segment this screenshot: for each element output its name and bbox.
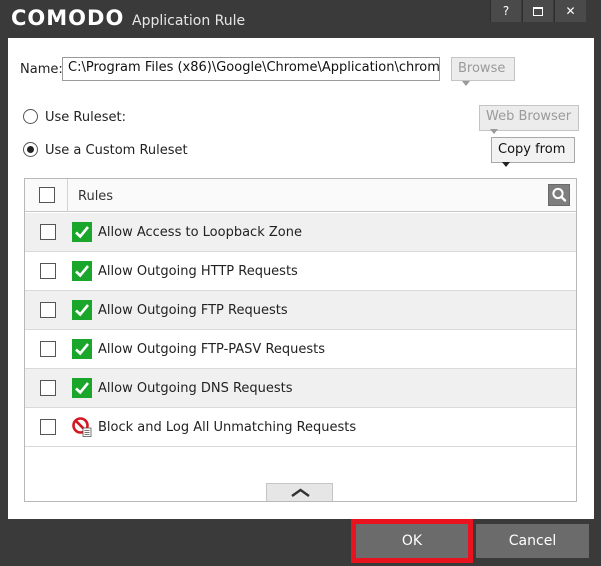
rule-label: Block and Log All Unmatching Requests — [98, 420, 357, 435]
title-bar: COMODO Application Rule ? ✕ — [0, 0, 601, 38]
rules-table: Rules Allow Access to Loopback Zone Allo… — [24, 178, 577, 502]
rule-row[interactable]: Allow Outgoing FTP-PASV Requests — [25, 330, 576, 369]
window-title: Application Rule — [132, 13, 246, 29]
rule-checkbox[interactable] — [40, 380, 56, 396]
maximize-icon — [533, 7, 543, 16]
cancel-button[interactable]: Cancel — [476, 524, 589, 558]
ok-button[interactable]: OK — [351, 519, 473, 563]
rule-row[interactable]: Allow Outgoing FTP Requests — [25, 291, 576, 330]
use-ruleset-radio[interactable] — [23, 109, 38, 124]
use-custom-ruleset-label: Use a Custom Ruleset — [45, 143, 188, 158]
browse-button[interactable]: Browse — [451, 57, 515, 86]
green-check-icon — [72, 222, 92, 242]
select-all-checkbox[interactable] — [39, 187, 55, 203]
rule-label: Allow Outgoing FTP-PASV Requests — [98, 342, 326, 357]
search-button[interactable] — [548, 184, 570, 206]
chevron-up-icon — [291, 488, 310, 497]
rule-label: Allow Outgoing DNS Requests — [98, 381, 293, 396]
collapse-button[interactable] — [266, 483, 333, 501]
green-check-icon — [72, 339, 92, 359]
rule-checkbox[interactable] — [40, 263, 56, 279]
help-button[interactable]: ? — [490, 0, 521, 22]
chevron-down-icon — [462, 81, 470, 86]
use-custom-ruleset-radio[interactable] — [23, 142, 38, 157]
rules-column-header: Rules — [78, 189, 114, 204]
block-log-icon — [72, 417, 92, 437]
green-check-icon — [72, 378, 92, 398]
green-check-icon — [72, 300, 92, 320]
close-button[interactable]: ✕ — [554, 0, 586, 22]
rule-row[interactable]: Allow Access to Loopback Zone — [25, 213, 576, 252]
dialog-panel: Name: C:\Program Files (x86)\Google\Chro… — [8, 38, 594, 519]
search-icon — [552, 187, 567, 202]
rule-label: Allow Access to Loopback Zone — [98, 225, 302, 240]
name-label: Name: — [20, 62, 63, 77]
rule-checkbox[interactable] — [40, 341, 56, 357]
rule-checkbox[interactable] — [40, 419, 56, 435]
rule-checkbox[interactable] — [40, 224, 56, 240]
maximize-button[interactable] — [522, 0, 553, 22]
rule-label: Allow Outgoing FTP Requests — [98, 303, 288, 318]
rule-label: Allow Outgoing HTTP Requests — [98, 264, 298, 279]
use-ruleset-label: Use Ruleset: — [45, 110, 126, 125]
rule-row[interactable]: Block and Log All Unmatching Requests — [25, 408, 576, 447]
ruleset-dropdown[interactable]: Web Browser — [479, 105, 579, 134]
rule-row[interactable]: Allow Outgoing HTTP Requests — [25, 252, 576, 291]
comodo-logo: COMODO — [11, 6, 125, 30]
chevron-down-icon — [490, 129, 498, 134]
name-input[interactable]: C:\Program Files (x86)\Google\Chrome\App… — [62, 57, 440, 81]
copy-from-button[interactable]: Copy from — [491, 137, 575, 167]
rule-row[interactable]: Allow Outgoing DNS Requests — [25, 369, 576, 408]
header-divider — [67, 179, 68, 212]
green-check-icon — [72, 261, 92, 281]
rule-checkbox[interactable] — [40, 302, 56, 318]
close-icon: ✕ — [565, 4, 576, 18]
rules-table-header: Rules — [25, 179, 576, 212]
chevron-down-icon — [502, 162, 510, 167]
